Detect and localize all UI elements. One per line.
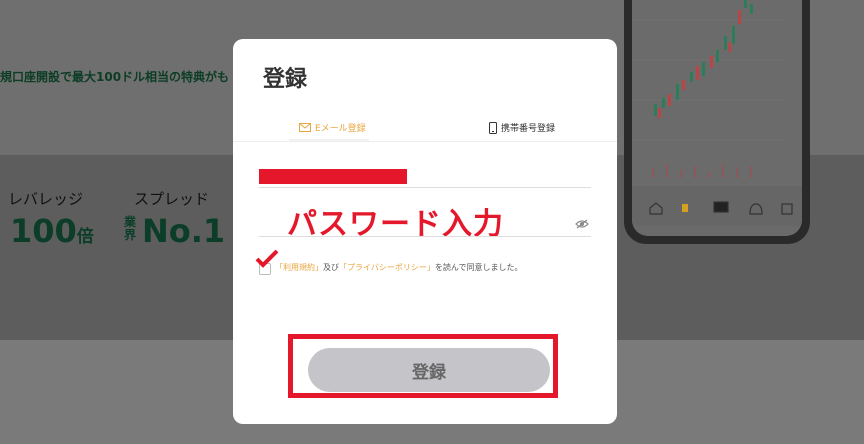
promo-banner-text: 規口座開設で最大100ドル相当の特典がも	[0, 70, 230, 84]
email-field-redaction	[259, 169, 407, 184]
mail-icon	[299, 123, 311, 132]
phone-nav-icons	[649, 201, 793, 215]
tab-email-register[interactable]: Eメール登録	[299, 121, 366, 134]
phone-bottom-nav	[632, 186, 802, 226]
mobile-icon	[489, 121, 497, 134]
active-tab-indicator	[289, 139, 369, 141]
spread-label: スプレッド	[134, 190, 210, 208]
tab-phone-register[interactable]: 携帯番号登録	[489, 121, 555, 134]
modal-title: 登録	[263, 67, 308, 92]
tab-email-label: Eメール登録	[315, 124, 366, 134]
terms-tail: を読んで同意しました。	[434, 263, 523, 272]
eye-off-icon[interactable]	[575, 219, 589, 229]
leverage-label: レバレッジ	[8, 190, 84, 208]
terms-text: 「利用規約」及び「プライバシーポリシー」を読んで同意しました。	[275, 262, 522, 273]
spread-value: No.1	[142, 212, 226, 250]
privacy-policy-link[interactable]: 「プライバシーポリシー」	[339, 263, 435, 272]
terms-link[interactable]: 「利用規約」	[275, 263, 323, 272]
tab-phone-label: 携帯番号登録	[501, 124, 556, 134]
phone-screen	[632, 0, 802, 236]
password-field[interactable]	[259, 236, 591, 237]
spread-prefix: 業界	[124, 215, 137, 242]
submit-highlight-box: 登録	[288, 334, 558, 398]
phone-mockup	[624, 0, 810, 244]
terms-and: 及び	[323, 263, 339, 272]
candlestick-chart-image	[632, 0, 802, 186]
register-modal: 登録 Eメール登録 携帯番号登録 パスワード入力 「利用規約」及び「プライバシー…	[233, 39, 617, 424]
tab-divider	[233, 141, 617, 142]
leverage-value: 100倍	[10, 212, 94, 250]
email-field[interactable]	[259, 187, 591, 188]
register-button[interactable]: 登録	[308, 348, 550, 392]
